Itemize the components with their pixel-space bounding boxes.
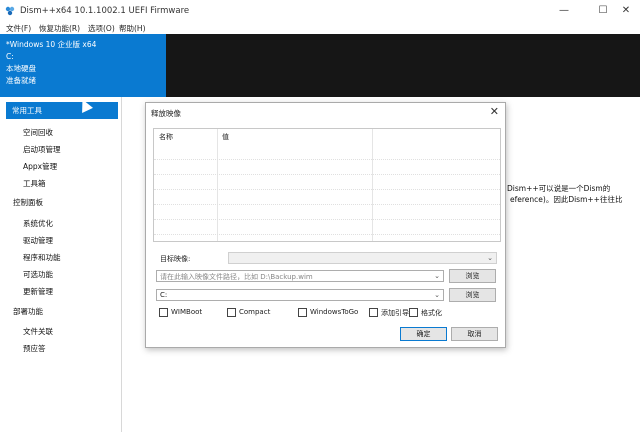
browse-image-button[interactable]: 浏览	[449, 269, 496, 283]
chevron-down-icon: ⌄	[434, 291, 440, 299]
compact-checkbox[interactable]	[227, 308, 236, 317]
sidebar-item-space-reclaim[interactable]: 空间回收	[23, 127, 53, 138]
target-image-label: 目标映像:	[160, 255, 191, 263]
apply-image-dialog: 释放映像 ✕ 名称 值 目标映像: ⌄ 请在此输入映像文件路径，比如 D:\Ba…	[145, 102, 506, 348]
target-drive-select[interactable]: C: ⌄	[156, 289, 444, 301]
wimboot-label[interactable]: WIMBoot	[171, 308, 202, 316]
cancel-button[interactable]: 取消	[451, 327, 498, 341]
sidebar-item-startup[interactable]: 启动项管理	[23, 144, 61, 155]
row-divider	[154, 219, 500, 220]
close-window-button[interactable]: ✕	[612, 3, 640, 19]
row-divider	[154, 204, 500, 205]
sidebar-item-file-assoc[interactable]: 文件关联	[23, 326, 53, 337]
format-label[interactable]: 格式化	[421, 308, 442, 318]
column-header-value[interactable]: 值	[222, 132, 229, 142]
sidebar-section-deploy: 部署功能	[13, 307, 43, 316]
app-icon	[5, 6, 15, 16]
menu-bar: 文件(F) 恢复功能(R) 选项(O) 帮助(H)	[0, 22, 640, 34]
status-text: 准备就绪	[6, 76, 36, 85]
chevron-down-icon: ⌄	[434, 272, 440, 280]
background-text-line1: Dism++可以说是一个Dism的	[507, 184, 611, 193]
title-bar: Dism++x64 10.1.1002.1 UEFI Firmware — ☐ …	[0, 0, 640, 22]
wimboot-checkbox[interactable]	[159, 308, 168, 317]
ok-button[interactable]: 确定	[400, 327, 447, 341]
add-boot-label[interactable]: 添加引导	[381, 308, 409, 318]
image-info-list[interactable]: 名称 值	[153, 128, 501, 242]
sidebar-item-common-tools[interactable]: 常用工具	[6, 102, 118, 119]
background-text-line2: eference)。因此Dism++往往比	[510, 195, 623, 204]
minimize-button[interactable]: —	[550, 3, 578, 19]
column-divider	[372, 129, 373, 241]
target-image-select[interactable]: ⌄	[228, 252, 497, 264]
menu-options[interactable]: 选项(O)	[88, 23, 115, 34]
row-divider	[154, 174, 500, 175]
os-name: *Windows 10 企业版 x64	[6, 40, 97, 49]
sidebar-item-optional-features[interactable]: 可选功能	[23, 269, 53, 280]
column-header-name[interactable]: 名称	[159, 132, 173, 142]
sidebar-item-drivers[interactable]: 驱动管理	[23, 235, 53, 246]
sidebar-item-programs[interactable]: 程序和功能	[23, 252, 61, 263]
disk-type: 本地硬盘	[6, 64, 36, 73]
dialog-close-button[interactable]: ✕	[490, 105, 499, 118]
window-title: Dism++x64 10.1.1002.1 UEFI Firmware	[20, 6, 190, 16]
image-path-input[interactable]: 请在此输入映像文件路径，比如 D:\Backup.wim ⌄	[156, 270, 444, 282]
drive-letter: C:	[6, 52, 14, 61]
format-checkbox[interactable]	[409, 308, 418, 317]
row-divider	[154, 159, 500, 160]
chevron-down-icon: ⌄	[487, 254, 493, 262]
sidebar-item-optimize[interactable]: 系统优化	[23, 218, 53, 229]
windowstogo-label[interactable]: WindowsToGo	[310, 308, 358, 316]
sidebar-section-control-panel: 控制面板	[13, 198, 43, 207]
menu-file[interactable]: 文件(F)	[6, 23, 31, 34]
row-divider	[154, 189, 500, 190]
sidebar-item-appx[interactable]: Appx管理	[23, 161, 57, 172]
sidebar-item-toolbox[interactable]: 工具箱	[23, 178, 46, 189]
row-divider	[154, 234, 500, 235]
compact-label[interactable]: Compact	[239, 308, 270, 316]
session-info-panel[interactable]: *Windows 10 企业版 x64 C: 本地硬盘 准备就绪	[0, 34, 166, 97]
sidebar: 常用工具 空间回收 启动项管理 Appx管理 工具箱 控制面板 系统优化 驱动管…	[0, 97, 122, 432]
menu-help[interactable]: 帮助(H)	[119, 23, 146, 34]
header-dark-area	[166, 34, 640, 97]
sidebar-item-updates[interactable]: 更新管理	[23, 286, 53, 297]
menu-restore[interactable]: 恢复功能(R)	[39, 23, 80, 34]
windowstogo-checkbox[interactable]	[298, 308, 307, 317]
column-divider	[217, 129, 218, 241]
add-boot-checkbox[interactable]	[369, 308, 378, 317]
dialog-title: 释放映像	[151, 109, 181, 118]
sidebar-item-unattend[interactable]: 预应答	[23, 343, 46, 354]
browse-drive-button[interactable]: 浏览	[449, 288, 496, 302]
